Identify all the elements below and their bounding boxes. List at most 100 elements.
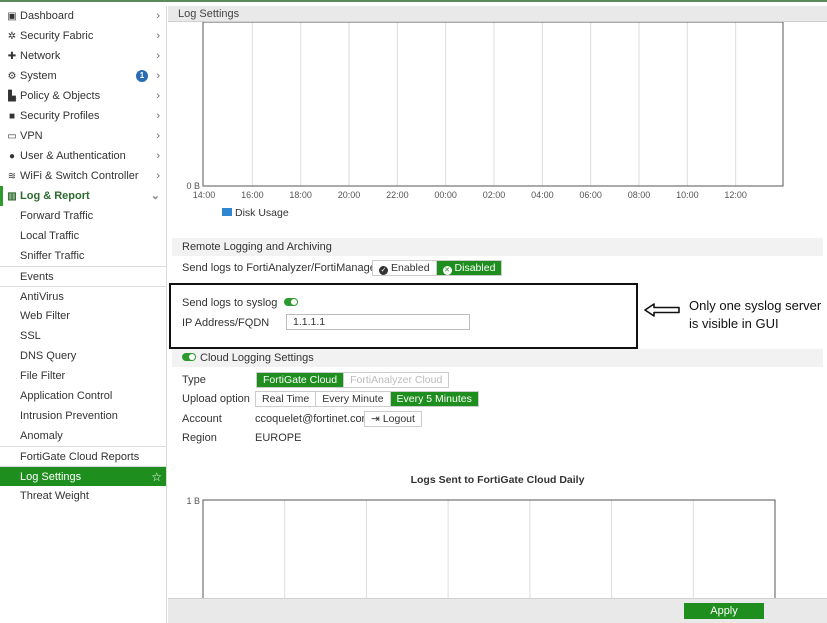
account-value: ccoquelet@fortinet.com — [255, 413, 371, 425]
x-tick-label: 06:00 — [579, 190, 602, 200]
account-label: Account — [182, 413, 222, 425]
ip-address-label: IP Address/FQDN — [182, 317, 270, 329]
x-tick-label: 16:00 — [241, 190, 264, 200]
x-tick-label: 08:00 — [628, 190, 651, 200]
sidebar-item-network[interactable]: ✚ Network › — [0, 46, 166, 66]
sidebar-sub-file-filter[interactable]: File Filter — [0, 366, 166, 386]
cloud-chart-title: Logs Sent to FortiGate Cloud Daily — [410, 474, 585, 486]
network-icon: ✚ — [7, 51, 17, 62]
sidebar-item-security-fabric[interactable]: ✲ Security Fabric › — [0, 26, 166, 46]
cloud-logging-header: Cloud Logging Settings — [172, 349, 823, 367]
type-selector: FortiGate Cloud FortiAnalyzer Cloud — [256, 372, 450, 388]
arrow-left-icon — [644, 303, 680, 317]
y-axis-label: 1 B — [186, 496, 200, 506]
type-fortigate-cloud[interactable]: FortiGate Cloud — [257, 373, 344, 387]
x-tick-label: 18:00 — [289, 190, 312, 200]
x-tick-label: 00:00 — [434, 190, 457, 200]
region-label: Region — [182, 432, 217, 444]
fortianalyzer-label: Send logs to FortiAnalyzer/FortiManager — [182, 262, 380, 274]
apply-button[interactable]: Apply — [684, 603, 764, 619]
notification-badge: 1 — [136, 70, 148, 82]
sidebar-sub-application-control[interactable]: Application Control — [0, 386, 166, 406]
chevron-right-icon: › — [156, 90, 160, 102]
upload-every-5-minutes[interactable]: Every 5 Minutes — [389, 392, 478, 406]
sidebar-sub-fortigate-cloud-reports[interactable]: FortiGate Cloud Reports — [0, 446, 166, 466]
disk-usage-chart: 0 B 14:00 16:00 18:00 20:00 22:00 00:00 02:00 0… — [186, 22, 784, 219]
wifi-icon: ≋ — [7, 171, 17, 182]
star-icon[interactable]: ☆ — [151, 467, 162, 487]
upload-real-time[interactable]: Real Time — [256, 392, 316, 406]
sidebar-item-security-profiles[interactable]: ■ Security Profiles › — [0, 106, 166, 126]
close-icon: ✕ — [442, 266, 452, 275]
sidebar-sub-local-traffic[interactable]: Local Traffic — [0, 226, 166, 246]
laptop-icon: ▭ — [7, 131, 17, 142]
sidebar-sub-dns-query[interactable]: DNS Query — [0, 346, 166, 366]
chevron-down-icon: ⌄ — [150, 190, 160, 202]
sidebar-sub-anomaly[interactable]: Anomaly — [0, 426, 166, 446]
check-icon: ✓ — [379, 266, 388, 275]
lock-icon: ■ — [8, 111, 16, 122]
upload-option-label: Upload option — [182, 393, 250, 405]
x-tick-label: 02:00 — [483, 190, 506, 200]
x-tick-label: 22:00 — [386, 190, 409, 200]
cloud-logs-chart: 1 B — [186, 496, 776, 598]
type-label: Type — [182, 374, 206, 386]
x-tick-label: 12:00 — [724, 190, 747, 200]
chevron-right-icon: › — [156, 170, 160, 182]
x-tick-label: 10:00 — [676, 190, 699, 200]
sidebar-sub-log-settings[interactable]: Log Settings ☆ — [0, 466, 166, 486]
sidebar-sub-sniffer-traffic[interactable]: Sniffer Traffic — [0, 246, 166, 266]
sidebar-item-log-report[interactable]: ▥ Log & Report ⌄ — [0, 186, 166, 206]
logout-button-wrap: ⇥ Logout — [364, 411, 422, 427]
sidebar-item-vpn[interactable]: ▭ VPN › — [0, 126, 166, 146]
sidebar-sub-events[interactable]: Events — [0, 266, 166, 286]
sidebar-sub-forward-traffic[interactable]: Forward Traffic — [0, 206, 166, 226]
disabled-button[interactable]: ✕ Disabled — [435, 261, 502, 275]
sidebar-item-system[interactable]: ⚙ System 1 › — [0, 66, 166, 86]
sidebar-item-wifi-switch[interactable]: ≋ WiFi & Switch Controller › — [0, 166, 166, 186]
chevron-right-icon: › — [156, 150, 160, 162]
x-tick-label: 20:00 — [338, 190, 361, 200]
chevron-right-icon: › — [156, 30, 160, 42]
upload-every-minute[interactable]: Every Minute — [315, 392, 390, 406]
sidebar-item-user-authentication[interactable]: ● User & Authentication › — [0, 146, 166, 166]
sidebar-item-policy-objects[interactable]: ▙ Policy & Objects › — [0, 86, 166, 106]
sidebar-sub-intrusion-prevention[interactable]: Intrusion Prevention — [0, 406, 166, 426]
sidebar-item-dashboard[interactable]: ▣ Dashboard › — [0, 6, 166, 26]
policy-icon: ▙ — [8, 91, 16, 102]
legend-swatch — [222, 208, 232, 216]
enabled-button[interactable]: ✓ Enabled — [373, 261, 436, 275]
upload-option-selector: Real Time Every Minute Every 5 Minutes — [255, 391, 479, 407]
syslog-toggle[interactable] — [284, 298, 299, 306]
page-title: Log Settings — [168, 6, 827, 22]
annotation-text: Only one syslog server is visible in GUI — [689, 298, 822, 331]
sidebar: ▣ Dashboard › ✲ Security Fabric › ✚ Network › … — [0, 6, 167, 623]
chevron-right-icon: › — [156, 70, 160, 82]
x-tick-label: 04:00 — [531, 190, 554, 200]
ip-address-input[interactable]: 1.1.1.1 — [286, 314, 470, 330]
sidebar-sub-web-filter[interactable]: Web Filter — [0, 306, 166, 326]
logout-button[interactable]: ⇥ Logout — [365, 412, 421, 426]
sidebar-sub-ssl[interactable]: SSL — [0, 326, 166, 346]
top-strip — [0, 0, 827, 4]
user-icon: ● — [8, 151, 16, 162]
fortianalyzer-toggle: ✓ Enabled ✕ Disabled — [372, 260, 503, 276]
legend-label: Disk Usage — [235, 207, 289, 219]
sidebar-sub-threat-weight[interactable]: Threat Weight — [0, 486, 166, 506]
chart-icon: ▥ — [7, 191, 17, 202]
chevron-right-icon: › — [156, 130, 160, 142]
remote-logging-header: Remote Logging and Archiving — [172, 238, 823, 256]
region-value: EUROPE — [255, 432, 302, 444]
sidebar-sub-antivirus[interactable]: AntiVirus — [0, 286, 166, 306]
x-tick-label: 14:00 — [193, 190, 216, 200]
dashboard-icon: ▣ — [7, 11, 17, 22]
gear-icon: ⚙ — [7, 71, 17, 82]
syslog-row: Send logs to syslog — [182, 297, 299, 309]
logout-icon: ⇥ — [371, 413, 380, 425]
cloud-logging-toggle[interactable] — [182, 353, 196, 361]
security-fabric-icon: ✲ — [7, 31, 17, 42]
footer-bar: Apply — [168, 598, 827, 623]
type-fortianalyzer-cloud[interactable]: FortiAnalyzer Cloud — [343, 373, 449, 387]
syslog-label: Send logs to syslog — [182, 297, 278, 309]
chevron-right-icon: › — [156, 50, 160, 62]
